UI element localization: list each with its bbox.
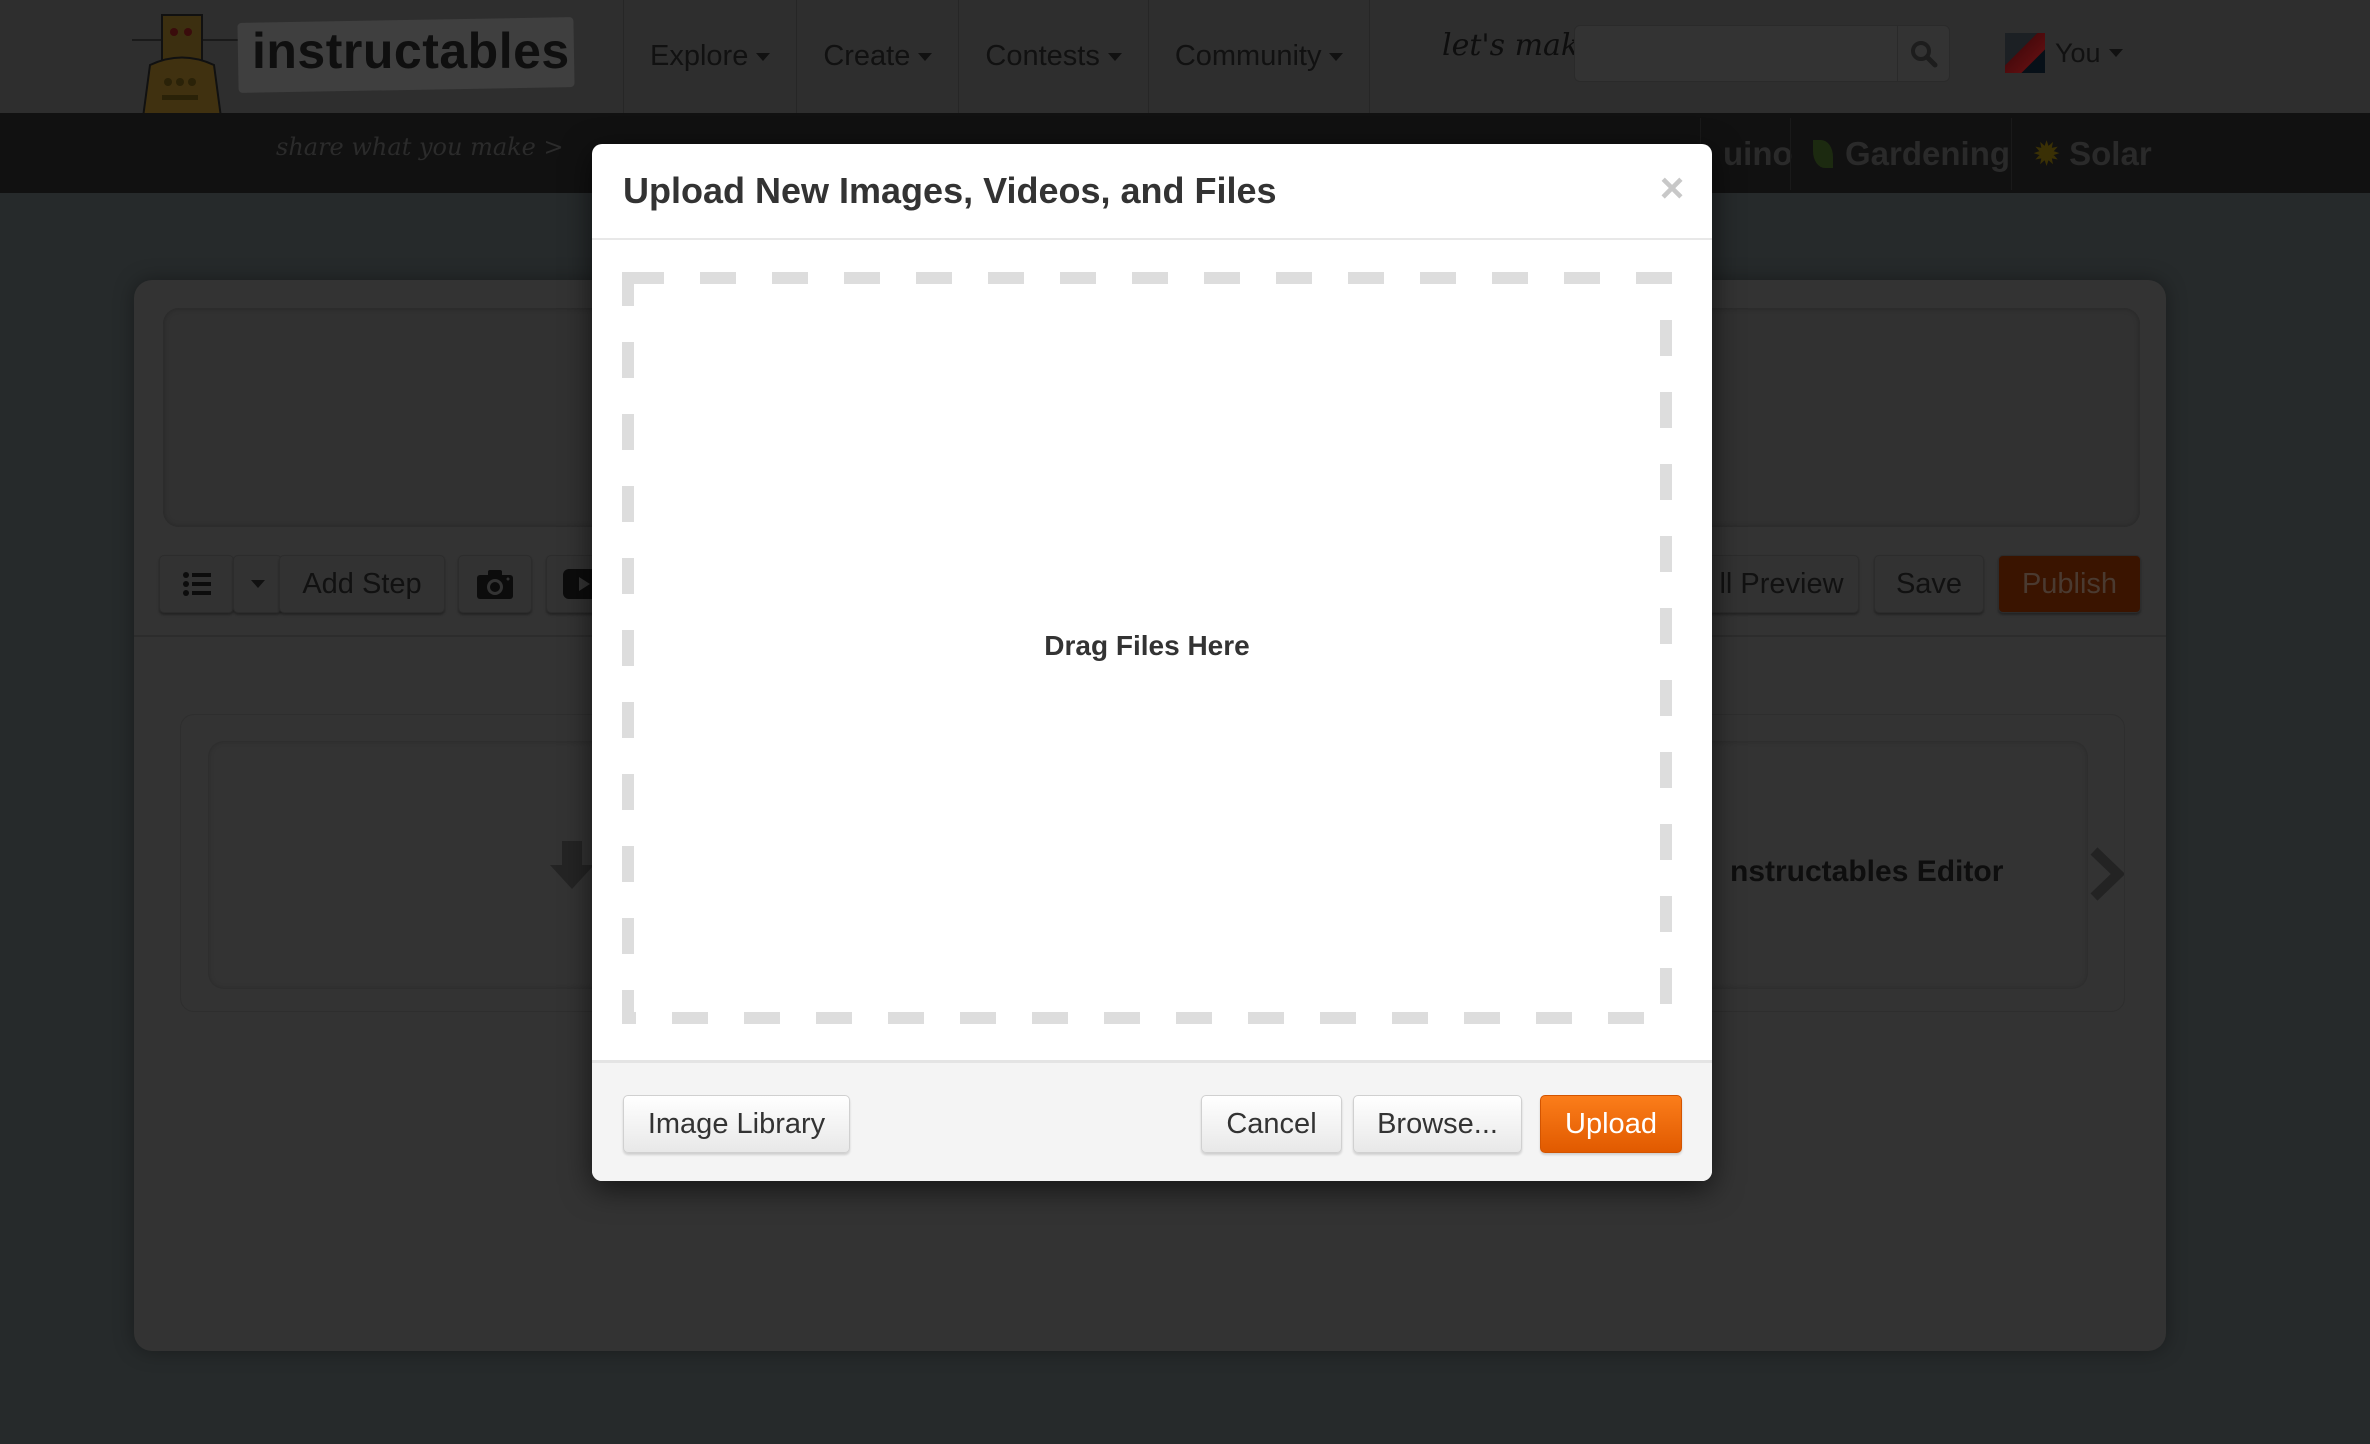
save-label: Save — [1895, 567, 1963, 600]
editor-intro-text: nstructables Editor — [1730, 855, 2004, 888]
caret-down-icon — [918, 52, 933, 61]
steps-list-button[interactable] — [159, 555, 234, 613]
upload-button[interactable]: Upload — [1540, 1095, 1682, 1153]
caret-down-icon — [2108, 49, 2123, 57]
close-icon[interactable]: × — [1652, 167, 1692, 209]
publish-button[interactable]: Publish — [1998, 555, 2141, 613]
chevron-right-icon[interactable] — [2088, 847, 2124, 901]
nav-explore[interactable]: Explore — [623, 0, 796, 113]
leaf-icon — [1813, 140, 1833, 168]
category-label: uino — [1723, 135, 1793, 172]
upload-modal: Upload New Images, Videos, and Files × D… — [592, 144, 1712, 1181]
avatar — [2005, 33, 2045, 73]
list-icon — [182, 572, 211, 596]
file-dropzone[interactable]: Drag Files Here — [622, 272, 1672, 1024]
publish-label: Publish — [2021, 567, 2118, 600]
add-photo-button[interactable] — [458, 555, 532, 613]
nav-contests[interactable]: Contests — [958, 0, 1147, 113]
browse-button[interactable]: Browse... — [1353, 1095, 1522, 1153]
nav-create-label: Create — [823, 40, 911, 72]
top-navbar: instructables Explore Create Contests Co… — [0, 0, 2370, 162]
cancel-button[interactable]: Cancel — [1201, 1095, 1342, 1153]
modal-footer: Image Library Cancel Browse... Upload — [592, 1060, 1712, 1181]
search-button[interactable] — [1897, 26, 1949, 81]
search-box — [1574, 25, 1950, 82]
sun-icon: ✹ — [2034, 137, 2060, 171]
nav-create[interactable]: Create — [796, 0, 958, 113]
caret-down-icon — [1329, 52, 1344, 61]
search-icon — [1910, 40, 1937, 67]
full-preview-button[interactable]: ll Preview — [1704, 555, 1859, 613]
nav-contests-label: Contests — [985, 40, 1100, 72]
caret-down-icon — [756, 52, 771, 61]
category-gardening[interactable]: Gardening — [1790, 118, 2032, 190]
add-step-label: Add Step — [302, 567, 422, 600]
image-library-button[interactable]: Image Library — [623, 1095, 850, 1153]
modal-header: Upload New Images, Videos, and Files × — [592, 144, 1712, 240]
camera-icon — [477, 570, 513, 599]
nav-community[interactable]: Community — [1147, 0, 1371, 113]
full-preview-label: ll Preview — [1719, 567, 1844, 600]
caret-down-icon — [250, 580, 265, 588]
modal-title: Upload New Images, Videos, and Files — [623, 170, 1277, 211]
caret-down-icon — [1107, 52, 1122, 61]
nav-community-label: Community — [1174, 40, 1322, 72]
steps-dropdown-button[interactable] — [233, 555, 282, 613]
search-input[interactable] — [1575, 26, 1897, 81]
user-label: You — [2055, 37, 2101, 68]
nav-explore-label: Explore — [650, 40, 749, 72]
main-nav: Explore Create Contests Community — [623, 0, 1371, 113]
logo-text[interactable]: instructables — [252, 22, 570, 80]
drop-label: Drag Files Here — [1044, 630, 1250, 661]
arrow-down-icon — [550, 841, 594, 889]
save-button[interactable]: Save — [1874, 555, 1984, 613]
tagline-link[interactable]: share what you make > — [276, 133, 564, 161]
add-step-button[interactable]: Add Step — [279, 555, 445, 613]
category-solar[interactable]: ✹ Solar — [2011, 118, 2174, 190]
user-menu[interactable]: You — [2005, 33, 2123, 73]
category-label: Solar — [2069, 135, 2152, 172]
category-label: Gardening — [1845, 135, 2011, 172]
